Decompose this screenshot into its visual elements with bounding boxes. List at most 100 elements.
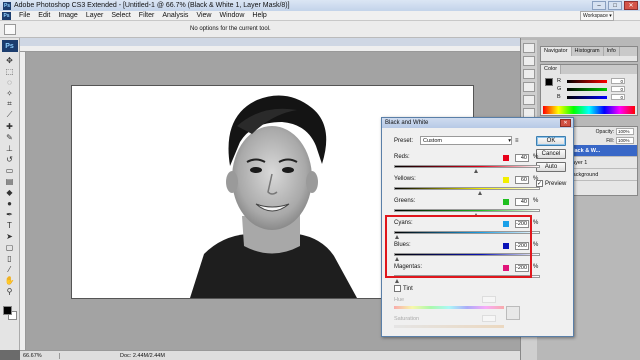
menu-file[interactable]: File (15, 12, 34, 19)
dodge-tool-icon[interactable]: ● (3, 198, 17, 208)
menu-analysis[interactable]: Analysis (158, 12, 192, 19)
minimize-button[interactable]: – (592, 1, 606, 10)
color-value-r[interactable]: 0 (611, 78, 625, 84)
history-panel-icon[interactable] (523, 43, 535, 53)
tint-checkbox[interactable] (394, 285, 401, 292)
slider-track[interactable] (394, 209, 540, 212)
preset-row: Preset: Custom ▾ ≡ (394, 136, 519, 145)
hand-tool-icon[interactable]: ✋ (3, 275, 17, 285)
saturation-track (394, 325, 504, 328)
percent-sign: % (533, 154, 539, 160)
ok-button[interactable]: OK (536, 136, 566, 146)
eyedropper-icon[interactable]: ⁄ (3, 264, 17, 274)
menu-view[interactable]: View (192, 12, 215, 19)
pen-tool-icon[interactable]: ✒ (3, 209, 17, 219)
tab-color[interactable]: Color (541, 65, 562, 74)
preview-checkbox-row[interactable]: ✓ Preview (536, 180, 566, 187)
lasso-tool-icon[interactable]: ◌ (3, 77, 17, 87)
color-foreground-chip[interactable] (545, 78, 553, 86)
toolbox-ps-badge: Ps (1, 40, 18, 52)
swatches-panel-icon[interactable] (523, 69, 535, 79)
healing-brush-icon[interactable]: ✚ (3, 121, 17, 131)
slider-thumb[interactable] (394, 279, 399, 283)
document-title-strip (20, 38, 520, 46)
slider-value-input[interactable]: 40 (515, 154, 529, 162)
magic-wand-icon[interactable]: ✧ (3, 88, 17, 98)
slider-track[interactable] (394, 165, 540, 168)
percent-sign: % (533, 242, 539, 248)
history-brush-icon[interactable]: ↺ (3, 154, 17, 164)
menu-window[interactable]: Window (215, 12, 248, 19)
zoom-tool-icon[interactable]: ⚲ (3, 286, 17, 296)
zoom-level[interactable]: 66.67% (20, 352, 60, 359)
preset-options-icon[interactable]: ≡ (515, 138, 519, 144)
marquee-tool-icon[interactable]: ⬚ (3, 66, 17, 76)
color-spectrum[interactable] (543, 106, 635, 114)
slider-thumb[interactable] (473, 169, 478, 173)
slice-tool-icon[interactable]: ⟋ (3, 110, 17, 120)
maximize-button[interactable]: □ (608, 1, 622, 10)
shape-tool-icon[interactable]: ▢ (3, 242, 17, 252)
opacity-label: Opacity: (595, 128, 614, 135)
document-size: Doc: 2.44M/2.44M (120, 352, 165, 359)
color-bar-r[interactable] (567, 79, 607, 83)
tint-label: Tint (403, 285, 413, 292)
workspace-dropdown[interactable]: Workspace ▾ (580, 11, 614, 21)
menu-filter[interactable]: Filter (135, 12, 159, 19)
menu-bar: Ps File Edit Image Layer Select Filter A… (0, 11, 640, 21)
close-button[interactable]: ✕ (624, 1, 638, 10)
dialog-close-button[interactable]: ✕ (560, 119, 571, 127)
styles-panel-icon[interactable] (523, 82, 535, 92)
cancel-button[interactable]: Cancel (536, 149, 566, 159)
path-select-icon[interactable]: ➤ (3, 231, 17, 241)
slider-label: Reds: (394, 154, 410, 160)
tab-info[interactable]: Info (604, 47, 620, 56)
fill-input[interactable]: 100% (616, 137, 634, 144)
foreground-color-swatch[interactable] (3, 306, 12, 315)
notes-tool-icon[interactable]: ▯ (3, 253, 17, 263)
menu-layer[interactable]: Layer (82, 12, 108, 19)
preset-label: Preset: (394, 137, 414, 144)
blur-tool-icon[interactable]: ◆ (3, 187, 17, 197)
color-row-r: R 0 (557, 77, 635, 85)
brush-tool-icon[interactable]: ✎ (3, 132, 17, 142)
brushes-panel-icon[interactable] (523, 95, 535, 105)
eraser-tool-icon[interactable]: ▭ (3, 165, 17, 175)
clone-stamp-icon[interactable]: ⊥ (3, 143, 17, 153)
slider-value-input[interactable]: 40 (515, 198, 529, 206)
menu-image[interactable]: Image (54, 12, 81, 19)
hue-track (394, 306, 504, 309)
move-tool-icon[interactable]: ✥ (3, 55, 17, 65)
preset-select[interactable]: Custom ▾ (420, 136, 513, 145)
slider-reds[interactable]: Reds: 40% (394, 154, 540, 176)
menu-help[interactable]: Help (248, 12, 270, 19)
slider-yellows[interactable]: Yellows: 60% (394, 176, 540, 198)
tab-navigator[interactable]: Navigator (541, 47, 572, 56)
type-tool-icon[interactable]: T (3, 220, 17, 230)
color-label-g: G (557, 86, 562, 92)
current-tool-icon[interactable] (4, 24, 16, 35)
tint-row[interactable]: Tint (394, 285, 413, 292)
percent-sign: % (533, 176, 539, 182)
tab-histogram[interactable]: Histogram (572, 47, 604, 56)
percent-sign: % (533, 198, 539, 204)
menu-select[interactable]: Select (107, 12, 134, 19)
color-value-g[interactable]: 0 (611, 86, 625, 92)
crop-tool-icon[interactable]: ⌗ (3, 99, 17, 109)
chevron-down-icon: ▾ (508, 137, 512, 144)
slider-thumb[interactable] (478, 191, 483, 195)
auto-button[interactable]: Auto (536, 162, 566, 172)
color-value-b[interactable]: 0 (611, 94, 625, 100)
options-bar: No options for the current tool. (0, 21, 640, 38)
saturation-label: Saturation (394, 316, 420, 322)
gradient-tool-icon[interactable]: ▤ (3, 176, 17, 186)
color-bar-g[interactable] (567, 87, 607, 91)
color-bar-b[interactable] (567, 95, 607, 99)
color-tabs: Color (541, 65, 637, 74)
slider-value-input[interactable]: 60 (515, 176, 529, 184)
menu-edit[interactable]: Edit (34, 12, 54, 19)
actions-panel-icon[interactable] (523, 56, 535, 66)
slider-track[interactable] (394, 187, 540, 190)
opacity-input[interactable]: 100% (616, 128, 634, 135)
slider-label: Yellows: (394, 176, 416, 182)
